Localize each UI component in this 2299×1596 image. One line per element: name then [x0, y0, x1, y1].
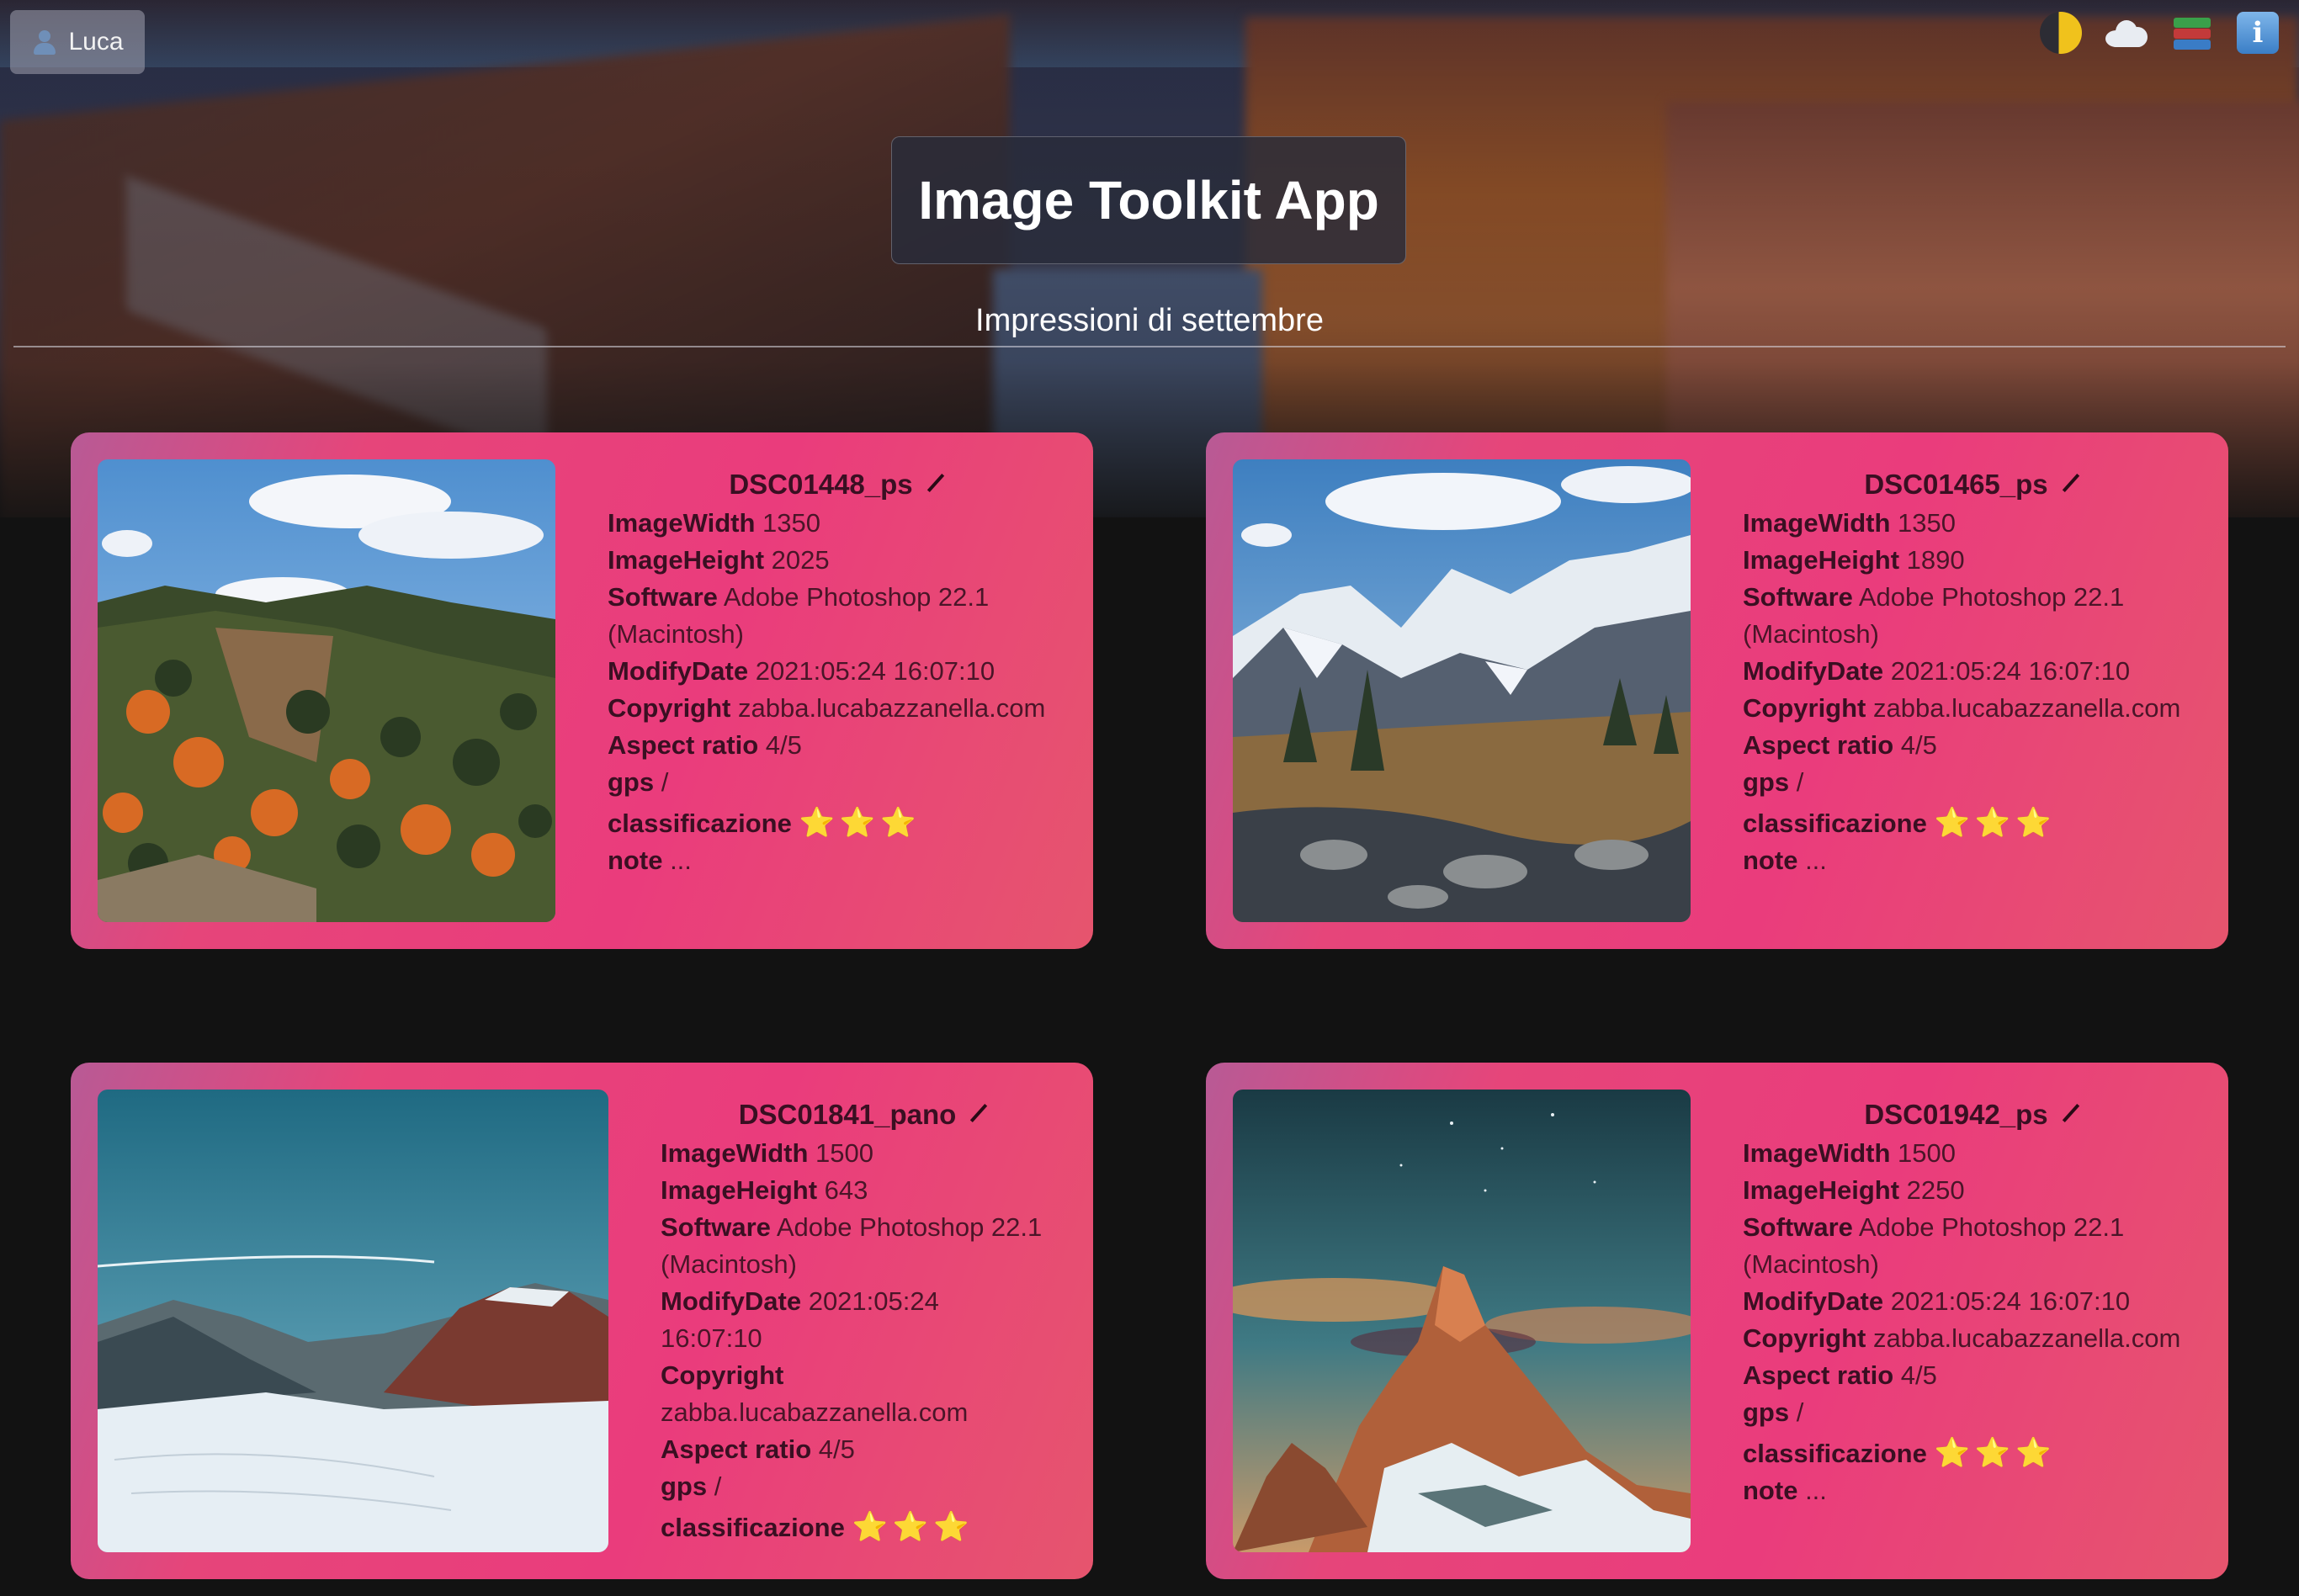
- image-thumbnail-snowy-mountains[interactable]: [1233, 459, 1691, 922]
- gallery-subtitle: Impressioni di settembre: [975, 303, 1324, 338]
- weather-icon[interactable]: [2104, 10, 2149, 56]
- rating-stars[interactable]: ⭐⭐⭐: [799, 807, 921, 839]
- metadata-row: Software Adobe Photoshop 22.1: [661, 1212, 1043, 1242]
- image-thumbnail-mountain-peak-night[interactable]: [1233, 1090, 1691, 1552]
- image-metadata: DSC01448_ps ImageWidth 1350 ImageHeight …: [608, 466, 1068, 879]
- metadata-row: ImageHeight 1890: [1743, 545, 1965, 575]
- image-metadata: DSC01465_ps ImageWidth 1350 ImageHeight …: [1743, 466, 2203, 879]
- metadata-row: Aspect ratio 4/5: [1743, 1360, 1937, 1390]
- metadata-row: Aspect ratio 4/5: [608, 730, 802, 760]
- rating-stars[interactable]: ⭐⭐⭐: [1934, 1437, 2056, 1469]
- header-divider: [13, 346, 2286, 347]
- image-thumbnail-snowy-valley[interactable]: [98, 1090, 608, 1552]
- metadata-row: ImageWidth 1500: [1743, 1138, 1956, 1168]
- image-title: DSC01942_ps: [1864, 1099, 2048, 1130]
- user-label: Luca: [68, 28, 124, 56]
- image-title: DSC01841_pano: [738, 1099, 957, 1130]
- metadata-row: (Macintosh): [661, 1249, 797, 1279]
- note-value[interactable]: ...: [1805, 1476, 1827, 1505]
- rating-row: classificazione ⭐⭐⭐: [1743, 807, 2057, 839]
- edit-pencil-icon[interactable]: [927, 474, 944, 493]
- metadata-row: ImageHeight 643: [661, 1175, 868, 1205]
- rating-row: classificazione ⭐⭐⭐: [661, 1511, 974, 1543]
- metadata-row: gps /: [1743, 767, 1804, 797]
- metadata-row: ImageHeight 2250: [1743, 1175, 1965, 1205]
- metadata-row: (Macintosh): [1743, 1249, 1879, 1279]
- metadata-row: ImageWidth 1350: [608, 508, 820, 538]
- note-value[interactable]: ...: [670, 846, 692, 875]
- metadata-row: (Macintosh): [1743, 619, 1879, 649]
- metadata-row: ModifyDate 2021:05:24 16:07:10: [608, 656, 996, 686]
- metadata-row: ImageWidth 1350: [1743, 508, 1956, 538]
- metadata-row: 16:07:10: [661, 1323, 762, 1353]
- note-value[interactable]: ...: [1805, 846, 1827, 875]
- metadata-row: ModifyDate 2021:05:24 16:07:10: [1743, 1286, 2131, 1316]
- metadata-row: ImageWidth 1500: [661, 1138, 873, 1168]
- info-icon[interactable]: i: [2235, 10, 2280, 56]
- top-toolbar: i: [2038, 10, 2280, 56]
- app-title: Image Toolkit App: [891, 136, 1406, 264]
- metadata-row: Copyright zabba.lucabazzanella.com: [608, 693, 1046, 723]
- metadata-row: gps /: [1743, 1397, 1804, 1427]
- image-card[interactable]: DSC01841_pano ImageWidth 1500 ImageHeigh…: [71, 1063, 1093, 1579]
- image-metadata: DSC01942_ps ImageWidth 1500 ImageHeight …: [1743, 1096, 2203, 1509]
- metadata-row: Software Adobe Photoshop 22.1: [1743, 582, 2125, 612]
- metadata-row: gps /: [661, 1471, 722, 1501]
- rating-stars[interactable]: ⭐⭐⭐: [852, 1511, 974, 1543]
- metadata-row: Software Adobe Photoshop 22.1: [1743, 1212, 2125, 1242]
- rating-stars[interactable]: ⭐⭐⭐: [1934, 807, 2056, 839]
- image-card[interactable]: DSC01448_ps ImageWidth 1350 ImageHeight …: [71, 432, 1093, 949]
- metadata-row: ImageHeight 2025: [608, 545, 830, 575]
- image-title: DSC01448_ps: [729, 469, 913, 500]
- note-row: note ...: [608, 846, 692, 875]
- metadata-row: Copyright zabba.lucabazzanella.com: [1743, 1323, 2181, 1353]
- metadata-row: ModifyDate 2021:05:24 16:07:10: [1743, 656, 2131, 686]
- metadata-row: Aspect ratio 4/5: [661, 1434, 855, 1464]
- rating-row: classificazione ⭐⭐⭐: [1743, 1437, 2057, 1469]
- image-metadata: DSC01841_pano ImageWidth 1500 ImageHeigh…: [661, 1096, 1068, 1546]
- metadata-row: (Macintosh): [608, 619, 744, 649]
- note-row: note ...: [1743, 1476, 1827, 1505]
- user-button[interactable]: Luca: [10, 10, 145, 74]
- user-icon: [31, 29, 58, 56]
- image-title: DSC01465_ps: [1864, 469, 2048, 500]
- theme-toggle-icon[interactable]: [2038, 10, 2084, 56]
- image-card[interactable]: DSC01465_ps ImageWidth 1350 ImageHeight …: [1206, 432, 2228, 949]
- image-card[interactable]: DSC01942_ps ImageWidth 1500 ImageHeight …: [1206, 1063, 2228, 1579]
- metadata-row: ModifyDate 2021:05:24: [661, 1286, 939, 1316]
- edit-pencil-icon[interactable]: [2062, 474, 2079, 493]
- library-icon[interactable]: [2169, 10, 2215, 56]
- edit-pencil-icon[interactable]: [2062, 1104, 2079, 1123]
- metadata-row: zabba.lucabazzanella.com: [661, 1397, 969, 1427]
- note-row: note ...: [1743, 846, 1827, 875]
- metadata-row: Software Adobe Photoshop 22.1: [608, 582, 990, 612]
- metadata-row: gps /: [608, 767, 669, 797]
- metadata-row: Aspect ratio 4/5: [1743, 730, 1937, 760]
- metadata-row: Copyright: [661, 1360, 784, 1390]
- rating-row: classificazione ⭐⭐⭐: [608, 807, 921, 839]
- image-thumbnail-autumn-forest[interactable]: [98, 459, 555, 922]
- edit-pencil-icon[interactable]: [970, 1104, 988, 1123]
- metadata-row: Copyright zabba.lucabazzanella.com: [1743, 693, 2181, 723]
